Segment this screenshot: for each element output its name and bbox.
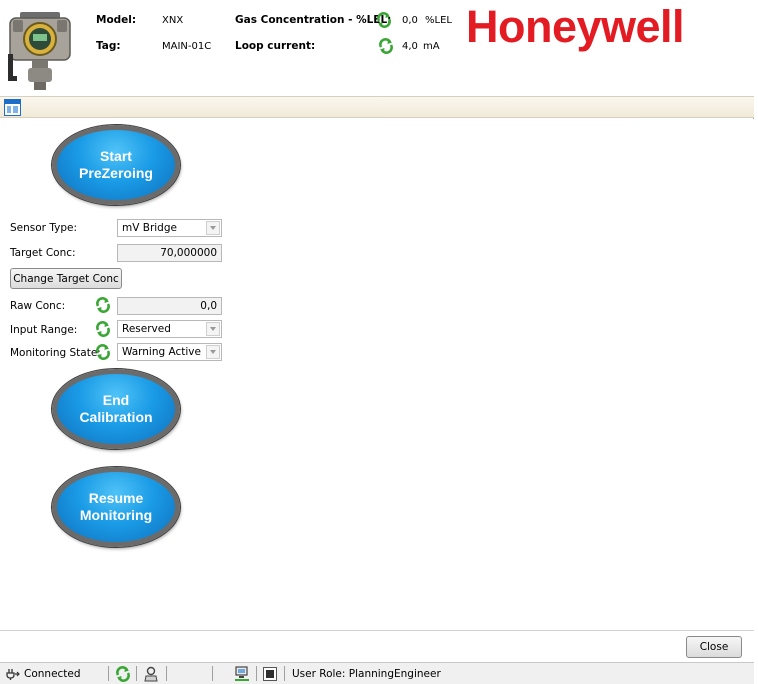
resume-monitoring-label: Resume Monitoring — [79, 490, 153, 523]
raw-conc-field[interactable]: 0,0 — [117, 297, 222, 315]
model-label: Model: — [96, 14, 137, 26]
gas-concentration-label: Gas Concentration - %LEL: — [235, 14, 392, 26]
dialog-button-bar: Close — [0, 630, 754, 662]
connection-status-text: Connected — [24, 668, 81, 680]
window-layout-icon[interactable] — [4, 99, 21, 116]
input-range-select[interactable]: Reserved — [117, 320, 222, 338]
app-window: Model: XNX Tag: MAIN-01C Gas Concentrati… — [0, 0, 754, 684]
status-separator — [166, 666, 167, 681]
end-calibration-button[interactable]: End Calibration — [52, 369, 180, 449]
target-conc-field[interactable]: 70,000000 — [117, 244, 222, 262]
status-separator — [136, 666, 137, 681]
raw-conc-label: Raw Conc: — [10, 300, 66, 312]
sensor-type-label: Sensor Type: — [10, 222, 77, 234]
loop-current-value: 4,0 — [402, 41, 418, 52]
resume-monitoring-button[interactable]: Resume Monitoring — [52, 467, 180, 547]
status-bar: Connected User Role: PlanningEngineer — [0, 662, 754, 684]
status-separator — [256, 666, 257, 681]
sensor-type-select[interactable]: mV Bridge — [117, 219, 222, 237]
refresh-icon[interactable] — [376, 12, 392, 28]
model-value: XNX — [162, 15, 184, 26]
input-range-value: Reserved — [122, 323, 171, 335]
refresh-icon[interactable] — [95, 297, 111, 313]
input-range-label: Input Range: — [10, 324, 78, 336]
xnx-device-icon — [8, 12, 71, 90]
refresh-icon[interactable] — [378, 38, 394, 54]
gas-concentration-unit: %LEL — [425, 15, 452, 26]
network-computer-icon[interactable] — [234, 666, 251, 682]
refresh-icon[interactable] — [95, 321, 111, 337]
connection-status: Connected — [6, 666, 81, 682]
monitoring-state-select[interactable]: Warning Active — [117, 343, 222, 361]
tag-value: MAIN-01C — [162, 41, 212, 52]
user-role: User Role: PlanningEngineer — [292, 668, 441, 680]
calibration-panel: Start PreZeroing Sensor Type: mV Bridge … — [0, 119, 754, 630]
toolbar — [0, 96, 754, 118]
chevron-down-icon[interactable] — [206, 345, 220, 359]
chevron-down-icon[interactable] — [206, 221, 220, 235]
tag-label: Tag: — [96, 40, 121, 52]
loop-current-label: Loop current: — [235, 40, 316, 52]
end-calibration-label: End Calibration — [79, 392, 153, 425]
connected-plug-icon — [6, 669, 20, 680]
start-prezeroing-label: Start PreZeroing — [79, 148, 153, 181]
sensor-type-value: mV Bridge — [122, 222, 177, 234]
honeywell-logo: Honeywell — [466, 1, 685, 52]
refresh-icon[interactable] — [95, 344, 111, 360]
loop-current-unit: mA — [423, 41, 440, 52]
monitoring-state-value: Warning Active — [122, 346, 201, 358]
close-button[interactable]: Close — [686, 636, 742, 658]
stop-square-icon[interactable] — [263, 667, 277, 681]
status-separator — [212, 666, 213, 681]
status-separator — [108, 666, 109, 681]
refresh-icon[interactable] — [115, 666, 131, 682]
monitoring-state-label: Monitoring State: — [10, 347, 101, 359]
device-user-icon[interactable] — [143, 666, 159, 682]
change-target-conc-button[interactable]: Change Target Conc — [10, 268, 122, 289]
gas-concentration-value: 0,0 — [402, 15, 418, 26]
status-separator — [284, 666, 285, 681]
target-conc-label: Target Conc: — [10, 247, 76, 259]
start-prezeroing-button[interactable]: Start PreZeroing — [52, 125, 180, 205]
device-header: Model: XNX Tag: MAIN-01C Gas Concentrati… — [0, 0, 754, 96]
chevron-down-icon[interactable] — [206, 322, 220, 336]
